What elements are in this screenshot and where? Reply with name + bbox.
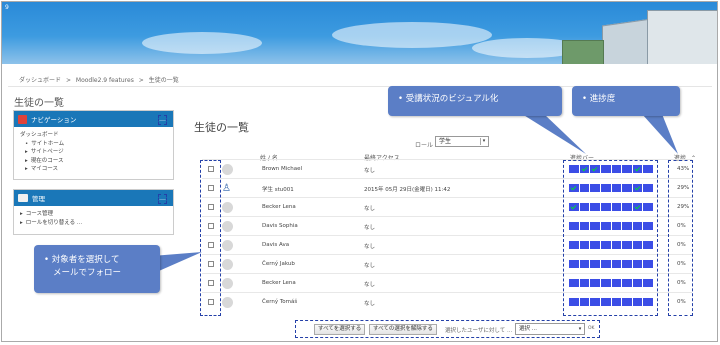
progress-highlight (668, 160, 693, 316)
administration-block: 管理 — ▸ コース管理 ▸ ロールを切り替える ... (13, 189, 174, 235)
collapse-icon[interactable]: — (158, 115, 167, 125)
page-title: 生徒の一覧 (14, 98, 64, 109)
main-title: 生徒の一覧 (194, 121, 249, 134)
callout-progress: • 進捗度 (572, 86, 680, 116)
bullet-icon: • (398, 94, 406, 104)
breadcrumb-separator: > (65, 77, 71, 84)
student-name[interactable]: 学生 stu001 (262, 185, 294, 193)
navigation-block-header[interactable]: ナビゲーション — (14, 111, 173, 127)
header-last-access[interactable]: 最終アクセス (364, 153, 400, 162)
last-access: なし (364, 263, 376, 269)
header-name[interactable]: 姓 / 名 (260, 153, 278, 162)
version-text: 9 (5, 4, 9, 11)
student-name[interactable]: Brown Michael (262, 166, 302, 172)
expand-arrow-icon: ▸ (25, 149, 28, 155)
checkbox-highlight (200, 160, 221, 316)
avatar[interactable] (222, 278, 233, 289)
nav-item-site-pages[interactable]: ▸ サイトページ (20, 148, 167, 157)
last-access: なし (364, 225, 376, 231)
expand-arrow-icon: ▸ (25, 157, 28, 164)
breadcrumb-dashboard[interactable]: ダッシュボード (19, 77, 61, 84)
admin-item-switch-role[interactable]: ▸ ロールを切り替える ... (20, 219, 167, 228)
student-name[interactable]: Davis Sophia (262, 223, 298, 229)
status-bar-highlight (563, 160, 658, 316)
last-access: なし (364, 168, 376, 174)
breadcrumb-separator: > (138, 77, 144, 84)
avatar[interactable] (222, 240, 233, 251)
building-image (562, 40, 604, 64)
avatar[interactable] (222, 164, 233, 175)
admin-icon (18, 194, 28, 202)
student-name[interactable]: Černý Jakub (262, 261, 295, 267)
screenshot-frame: 9 ダッシュボード > Moodle2.9 features > 生徒の一覧 生… (1, 1, 718, 342)
cloud (332, 22, 492, 48)
student-name[interactable]: Becker Lena (262, 204, 296, 210)
nav-item-label: マイコース (30, 166, 58, 172)
footer-highlight (295, 320, 600, 338)
callout-follow-up: • 対象者を選択して メールでフォロー (34, 245, 160, 293)
student-name[interactable]: Černý Tomáš (262, 299, 297, 305)
avatar[interactable] (222, 259, 233, 270)
bullet-icon: • (582, 94, 590, 104)
last-access: なし (364, 206, 376, 212)
expand-arrow-icon: ▸ (20, 219, 23, 226)
callout-tail-progress (642, 114, 678, 154)
bullet-icon: • (44, 255, 52, 265)
expand-arrow-icon: ▸ (25, 166, 28, 172)
nav-item-label: サイトホーム (31, 140, 65, 147)
breadcrumb-current: 生徒の一覧 (148, 77, 179, 84)
admin-item-label: ロールを切り替える ... (25, 219, 83, 226)
last-access: なし (364, 301, 376, 307)
nav-item-current-course[interactable]: ▸ 現在のコース (20, 157, 167, 166)
callout-visualization-text: 受講状況のビジュアル化 (405, 94, 499, 104)
role-select[interactable]: 学生 ▾ (435, 136, 489, 147)
bullet-icon: • (25, 140, 29, 147)
administration-block-title: 管理 (32, 195, 45, 203)
administration-block-header[interactable]: 管理 — (14, 190, 173, 206)
expand-arrow-icon: ▸ (20, 211, 23, 217)
breadcrumb-course[interactable]: Moodle2.9 features (76, 77, 134, 84)
nav-item-site-home[interactable]: • サイトホーム (20, 140, 167, 149)
sitemap-icon (18, 114, 27, 124)
student-name[interactable]: Davis Ava (262, 242, 289, 248)
callout-follow-text-1: 対象者を選択して (51, 255, 120, 265)
role-label: ロール (415, 142, 434, 149)
navigation-block: ナビゲーション — ダッシュボード • サイトホーム ▸ サイトページ ▸ 現在のコー… (13, 110, 174, 180)
callout-follow-text-2: メールでフォロー (53, 268, 122, 278)
nav-item-label: サイトページ (30, 149, 64, 155)
collapse-icon[interactable]: — (158, 194, 167, 204)
building-image (602, 18, 652, 64)
nav-item-my-courses[interactable]: ▸ マイコース (20, 165, 167, 174)
callout-visualization: • 受講状況のビジュアル化 (388, 86, 562, 116)
last-access: なし (364, 244, 376, 250)
admin-item-label: コース管理 (25, 211, 53, 217)
avatar[interactable] (222, 297, 233, 308)
admin-item-course-admin[interactable]: ▸ コース管理 (20, 210, 167, 219)
last-access: 2015年 05月 29日(金曜日) 11:42 (364, 187, 451, 193)
nav-item-dashboard[interactable]: ダッシュボード (20, 131, 167, 140)
avatar[interactable] (222, 202, 233, 213)
avatar[interactable] (222, 221, 233, 232)
callout-tail-visual (522, 114, 586, 154)
user-icon: ♙ (222, 183, 231, 194)
site-banner: 9 (2, 2, 717, 64)
cloud (142, 32, 262, 54)
callout-progress-text: 進捗度 (589, 94, 616, 104)
role-select-value: 学生 (439, 138, 452, 145)
student-name[interactable]: Becker Lena (262, 280, 296, 286)
last-access: なし (364, 282, 376, 288)
breadcrumb: ダッシュボード > Moodle2.9 features > 生徒の一覧 (19, 75, 182, 84)
nav-item-label: 現在のコース (30, 157, 64, 164)
navigation-block-title: ナビゲーション (31, 116, 77, 124)
building-image (647, 10, 717, 64)
chevron-down-icon: ▾ (480, 138, 487, 145)
